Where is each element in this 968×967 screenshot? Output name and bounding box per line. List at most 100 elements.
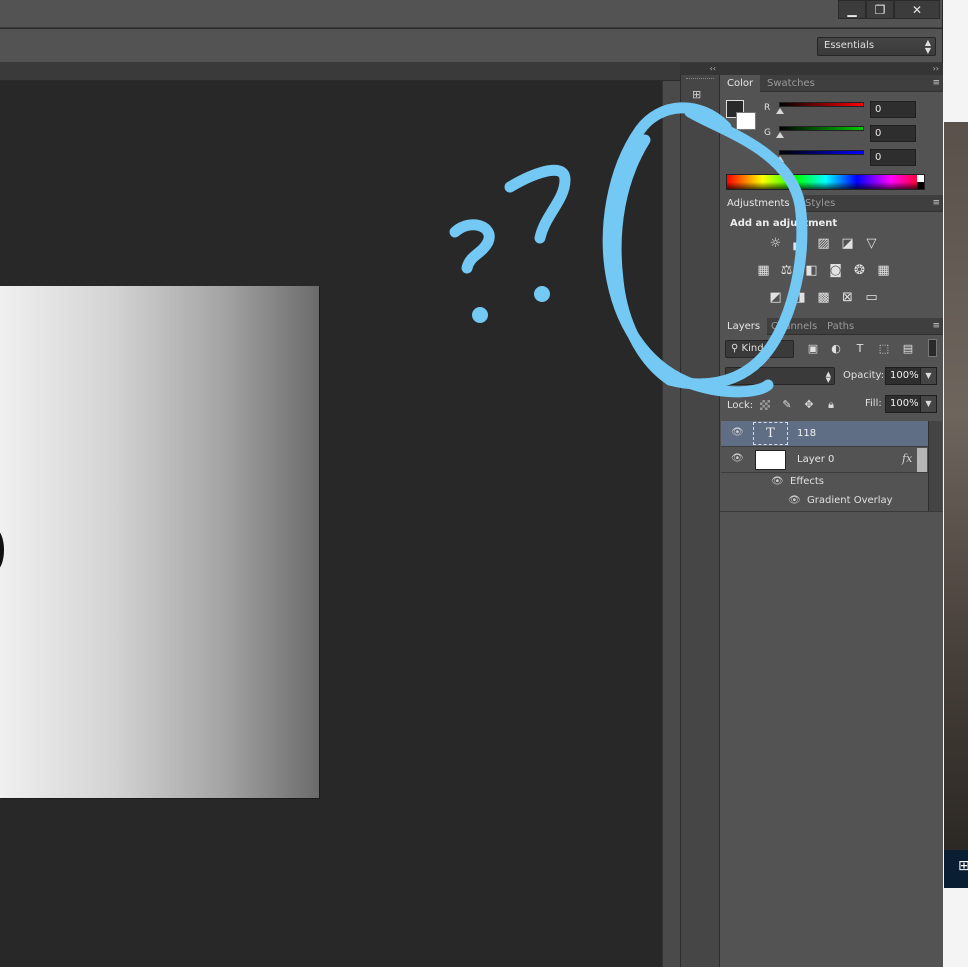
color-lookup-icon[interactable]: ▦: [875, 264, 892, 278]
dock-grip[interactable]: [686, 78, 714, 81]
history-panel-icon[interactable]: ⊞: [692, 88, 708, 102]
visibility-eye-icon[interactable]: 👁︎: [731, 453, 744, 464]
effect-row-gradient-overlay[interactable]: 👁︎ Gradient Overlay: [721, 492, 928, 511]
blue-value-field[interactable]: 0: [870, 149, 916, 166]
gradient-map-icon[interactable]: ▭: [863, 291, 880, 305]
hue-saturation-icon[interactable]: ▦: [755, 264, 772, 278]
smart-object-filter-icon[interactable]: ▤: [901, 342, 915, 355]
lock-transparent-pixels-icon[interactable]: [760, 400, 770, 410]
opacity-dropdown-button[interactable]: ▼: [920, 367, 937, 385]
expand-icon: ››: [932, 64, 939, 73]
close-button[interactable]: ✕: [894, 0, 940, 19]
add-adjustment-heading: Add an adjustment: [730, 218, 838, 229]
lock-all-icon[interactable]: 🔒︎: [824, 398, 838, 412]
tab-paths[interactable]: Paths: [820, 318, 861, 335]
lock-position-icon[interactable]: ✥: [802, 398, 816, 412]
visibility-eye-icon[interactable]: 👁︎: [788, 495, 801, 506]
red-slider-handle[interactable]: [776, 108, 784, 114]
layer-name[interactable]: 118: [797, 428, 816, 439]
lock-label: Lock:: [727, 400, 754, 411]
close-icon: ✕: [911, 2, 923, 17]
tab-channels[interactable]: Channels: [764, 318, 824, 335]
background-color-swatch[interactable]: [736, 112, 756, 130]
shape-layer-filter-icon[interactable]: ⬚: [877, 342, 891, 355]
lock-image-pixels-icon[interactable]: ✎: [780, 398, 794, 412]
red-value-field[interactable]: 0: [870, 101, 916, 118]
layer-row-118[interactable]: 👁︎ T 118: [721, 421, 928, 447]
green-slider-handle[interactable]: [776, 132, 784, 138]
channel-mixer-icon[interactable]: ❂: [851, 264, 868, 278]
fx-icon[interactable]: fx: [902, 452, 912, 465]
adjustment-layer-filter-icon[interactable]: ◐: [829, 342, 843, 355]
layer-filter-toggle[interactable]: [928, 339, 937, 357]
desktop-wallpaper: [944, 122, 968, 850]
threshold-icon[interactable]: ▩: [815, 291, 832, 305]
tab-swatches[interactable]: Swatches: [760, 75, 822, 92]
green-value-field[interactable]: 0: [870, 125, 916, 142]
layer-name[interactable]: Layer 0: [797, 454, 834, 465]
document-tab-strip: [0, 63, 680, 81]
layers-panel-menu-icon[interactable]: ≡: [932, 318, 940, 334]
visibility-eye-icon[interactable]: 👁︎: [771, 476, 784, 487]
effects-label: Effects: [790, 476, 824, 487]
curves-icon[interactable]: ▨: [815, 237, 832, 251]
invert-icon[interactable]: ◩: [767, 291, 784, 305]
search-icon: ⚲: [731, 343, 742, 354]
color-spectrum-shade: [727, 182, 917, 189]
adjustments-panel-menu-icon[interactable]: ≡: [932, 195, 940, 211]
green-channel-label: G: [764, 128, 771, 138]
canvas-vertical-scrollbar[interactable]: [662, 81, 680, 967]
fill-field[interactable]: 100%: [885, 395, 921, 413]
color-panel-menu-icon[interactable]: ≡: [932, 75, 940, 91]
dock-collapse-button[interactable]: ‹‹: [680, 63, 720, 75]
black-white-swatch[interactable]: [917, 175, 924, 189]
pixel-layer-filter-icon[interactable]: ▣: [806, 342, 820, 355]
taskbar: ⊞: [944, 850, 968, 888]
text-layer-thumbnail: T: [753, 422, 788, 445]
brightness-contrast-icon[interactable]: ☼: [767, 237, 784, 251]
updown-icon: ▲ ▼: [825, 370, 831, 384]
workspace-switcher[interactable]: Essentials ▲ ▼: [817, 37, 936, 56]
posterize-icon[interactable]: ◨: [791, 291, 808, 305]
restore-button[interactable]: ❐: [866, 0, 894, 19]
minimize-icon: ▁: [847, 2, 857, 17]
blue-slider-handle[interactable]: [776, 156, 784, 162]
layers-scrollbar-thumb[interactable]: [917, 448, 927, 472]
photo-filter-icon[interactable]: ◙: [827, 264, 844, 278]
green-slider[interactable]: [779, 126, 864, 131]
minimize-button[interactable]: ▁: [838, 0, 866, 19]
black-white-icon[interactable]: ◧: [803, 264, 820, 278]
document-canvas[interactable]: [0, 286, 319, 798]
layer-filter-kind-select[interactable]: ⚲ Kind: [725, 340, 794, 358]
adjustments-panel-tabs: Adjustments Styles ≡: [720, 195, 943, 212]
panel-dock-collapsed: [680, 63, 720, 967]
layers-empty-area: [720, 511, 943, 967]
tab-styles[interactable]: Styles: [798, 195, 842, 212]
color-panel-tabs: Color Swatches ≡: [720, 75, 943, 92]
visibility-eye-icon[interactable]: 👁︎: [731, 427, 744, 438]
levels-icon[interactable]: ▟: [790, 237, 807, 251]
tab-adjustments[interactable]: Adjustments: [720, 195, 797, 212]
blend-mode-select[interactable]: ▲ ▼: [725, 367, 835, 385]
exposure-icon[interactable]: ◪: [839, 237, 856, 251]
windows-start-icon[interactable]: ⊞: [958, 858, 968, 874]
red-slider[interactable]: [779, 102, 864, 107]
opacity-label: Opacity:: [843, 370, 885, 381]
blue-slider[interactable]: [779, 150, 864, 155]
type-layer-filter-icon[interactable]: T: [853, 342, 867, 355]
kind-label: Kind: [741, 343, 764, 354]
layers-scrollbar[interactable]: [928, 421, 942, 511]
updown-icon: ▲ ▼: [924, 38, 931, 55]
fill-dropdown-button[interactable]: ▼: [920, 395, 937, 413]
opacity-field[interactable]: 100%: [885, 367, 921, 385]
layer-row-layer-0[interactable]: 👁︎ Layer 0 fx: [721, 447, 928, 473]
title-bar: ▁ ❐ ✕: [0, 0, 942, 28]
vibrance-icon[interactable]: ▽: [863, 237, 880, 251]
selective-color-icon[interactable]: ⊠: [839, 291, 856, 305]
tab-color[interactable]: Color: [720, 75, 761, 92]
color-balance-icon[interactable]: ⚖: [778, 264, 795, 278]
red-channel-label: R: [764, 103, 771, 113]
panel-expand-button[interactable]: ››: [720, 63, 943, 75]
tab-layers[interactable]: Layers: [720, 318, 768, 335]
effects-row[interactable]: 👁︎ Effects: [721, 473, 928, 492]
